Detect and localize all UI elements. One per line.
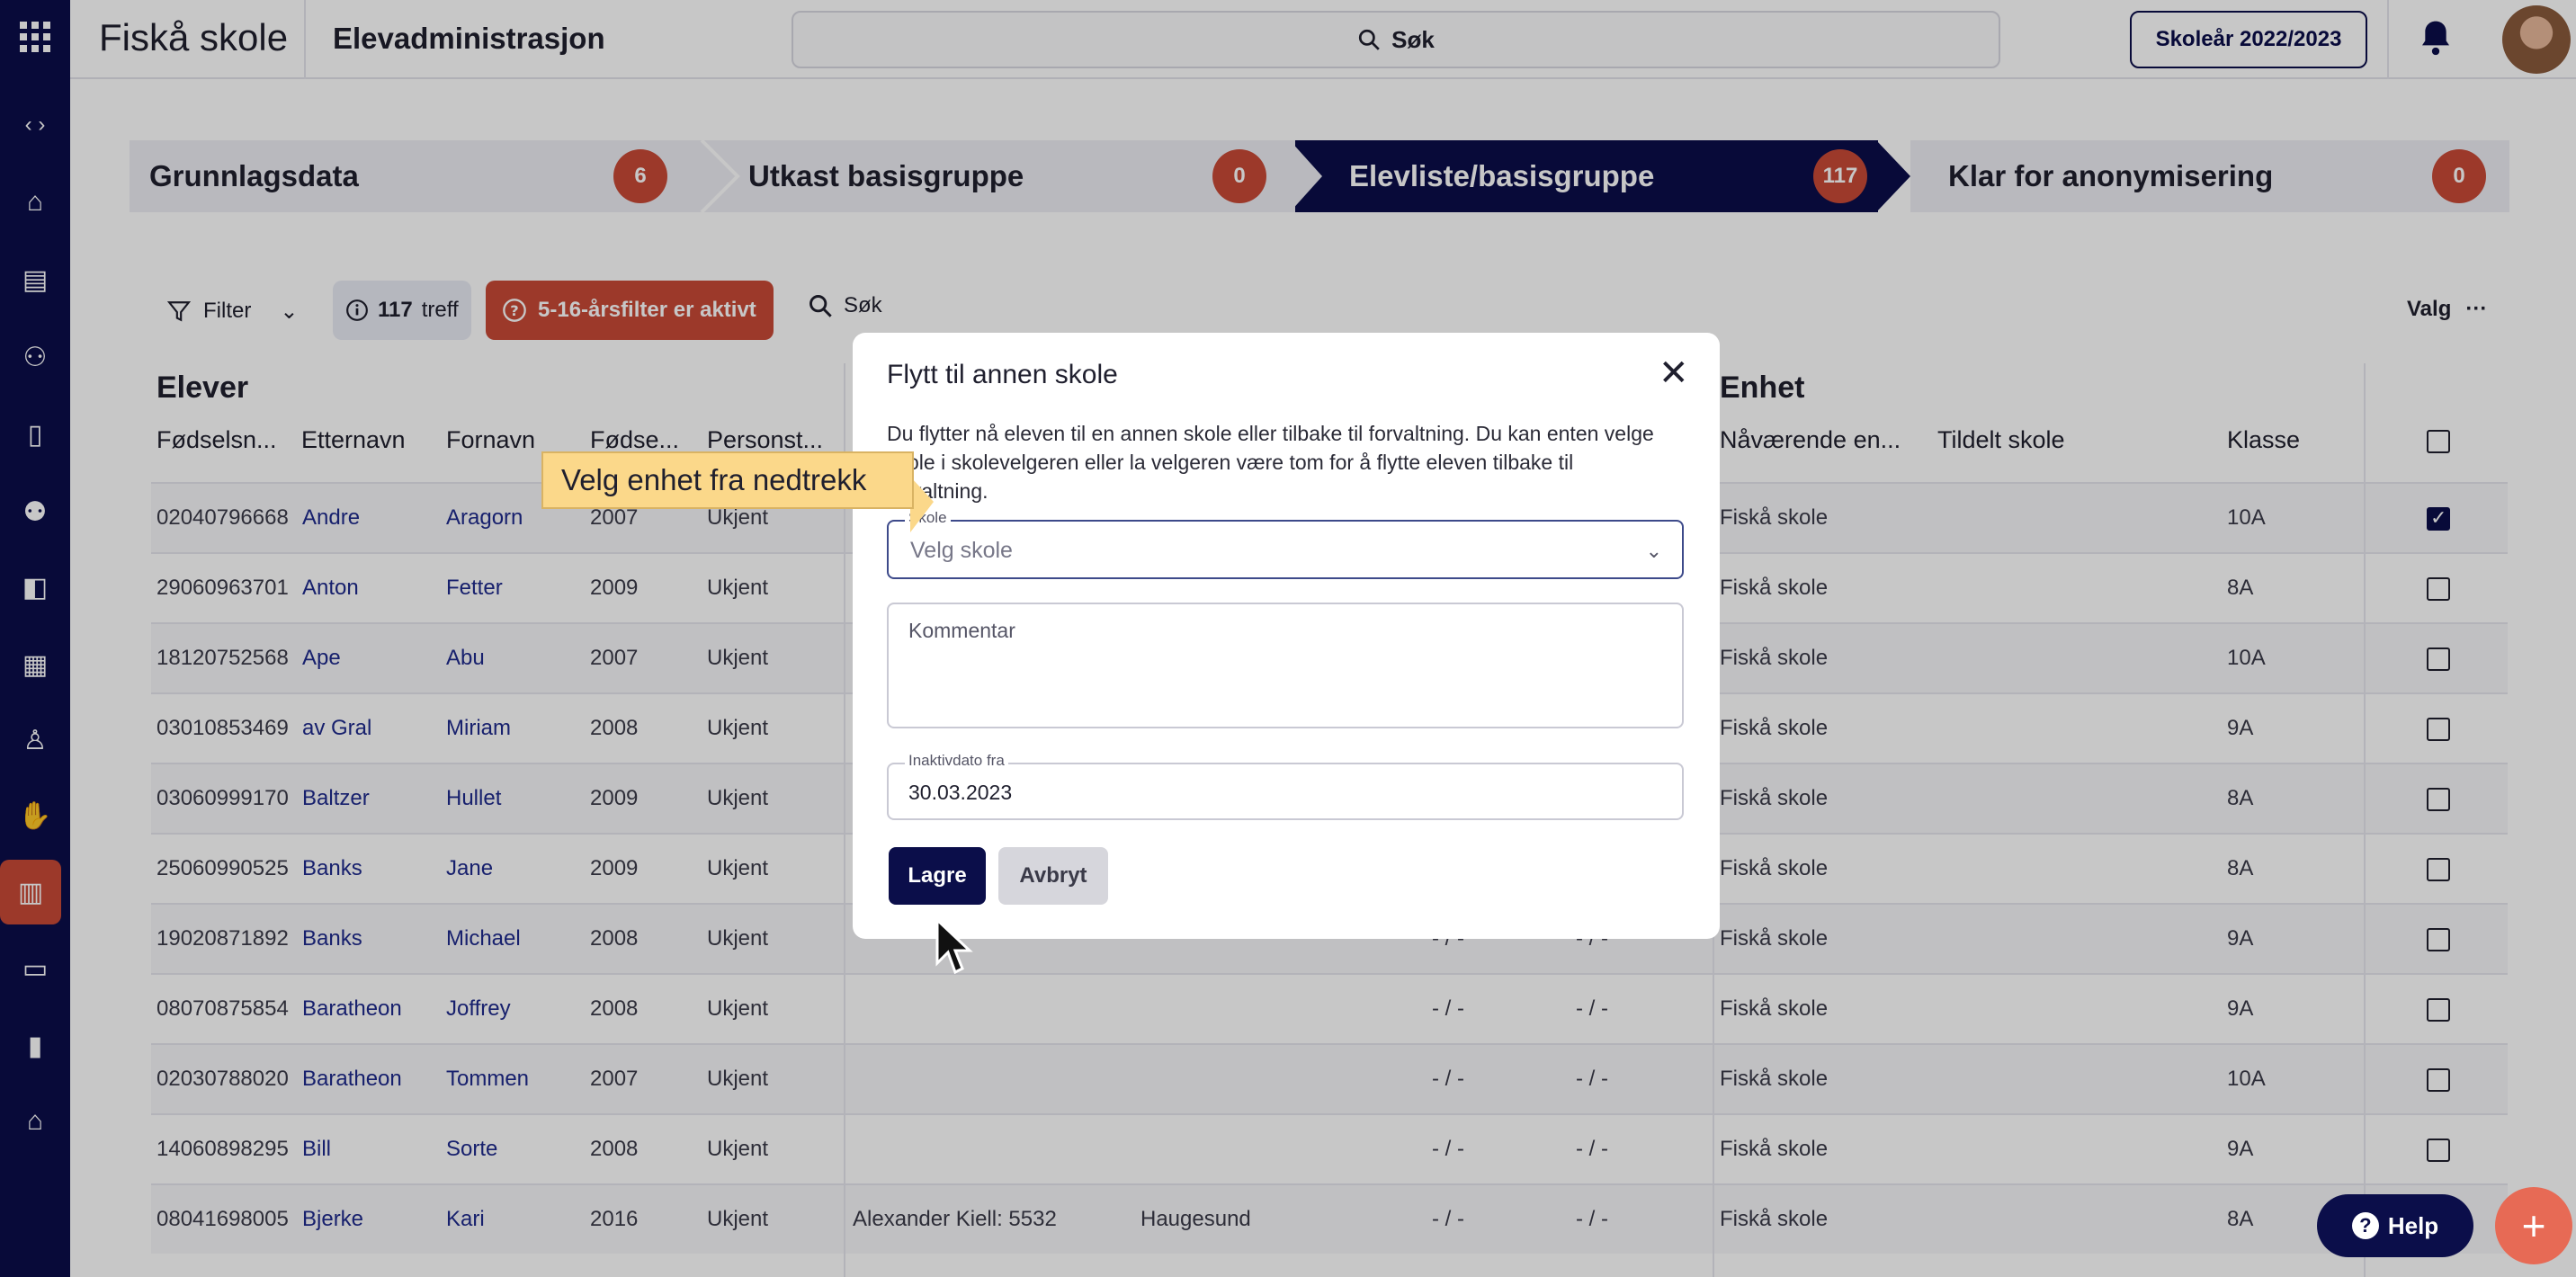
school-select-placeholder: Velg skole — [910, 538, 1013, 563]
inactive-date-label: Inaktivdato fra — [905, 752, 1008, 770]
help-icon: ? — [2351, 1212, 2379, 1239]
move-school-dialog: Flytt til annen skole ✕ Du flytter nå el… — [853, 333, 1720, 939]
close-icon[interactable]: ✕ — [1659, 353, 1689, 394]
school-select[interactable]: Skole Velg skole ⌄ — [887, 509, 1684, 579]
comment-field[interactable]: Kommentar — [887, 603, 1684, 728]
cancel-button[interactable]: Avbryt — [998, 847, 1108, 905]
dialog-description: Du flytter nå eleven til en annen skole … — [887, 422, 1654, 503]
save-button[interactable]: Lagre — [889, 847, 986, 905]
add-button[interactable]: + — [2495, 1187, 2572, 1264]
comment-placeholder: Kommentar — [908, 619, 1015, 642]
guide-tooltip: Velg enhet fra nedtrekk — [541, 451, 914, 509]
mouse-cursor-icon — [935, 916, 973, 975]
inactive-date-value: 30.03.2023 — [908, 781, 1013, 804]
inactive-date-field[interactable]: Inaktivdato fra 30.03.2023 — [887, 752, 1684, 820]
dialog-title: Flytt til annen skole — [887, 360, 1118, 389]
help-button[interactable]: ? Help — [2317, 1194, 2473, 1257]
chevron-down-icon: ⌄ — [1645, 540, 1662, 562]
